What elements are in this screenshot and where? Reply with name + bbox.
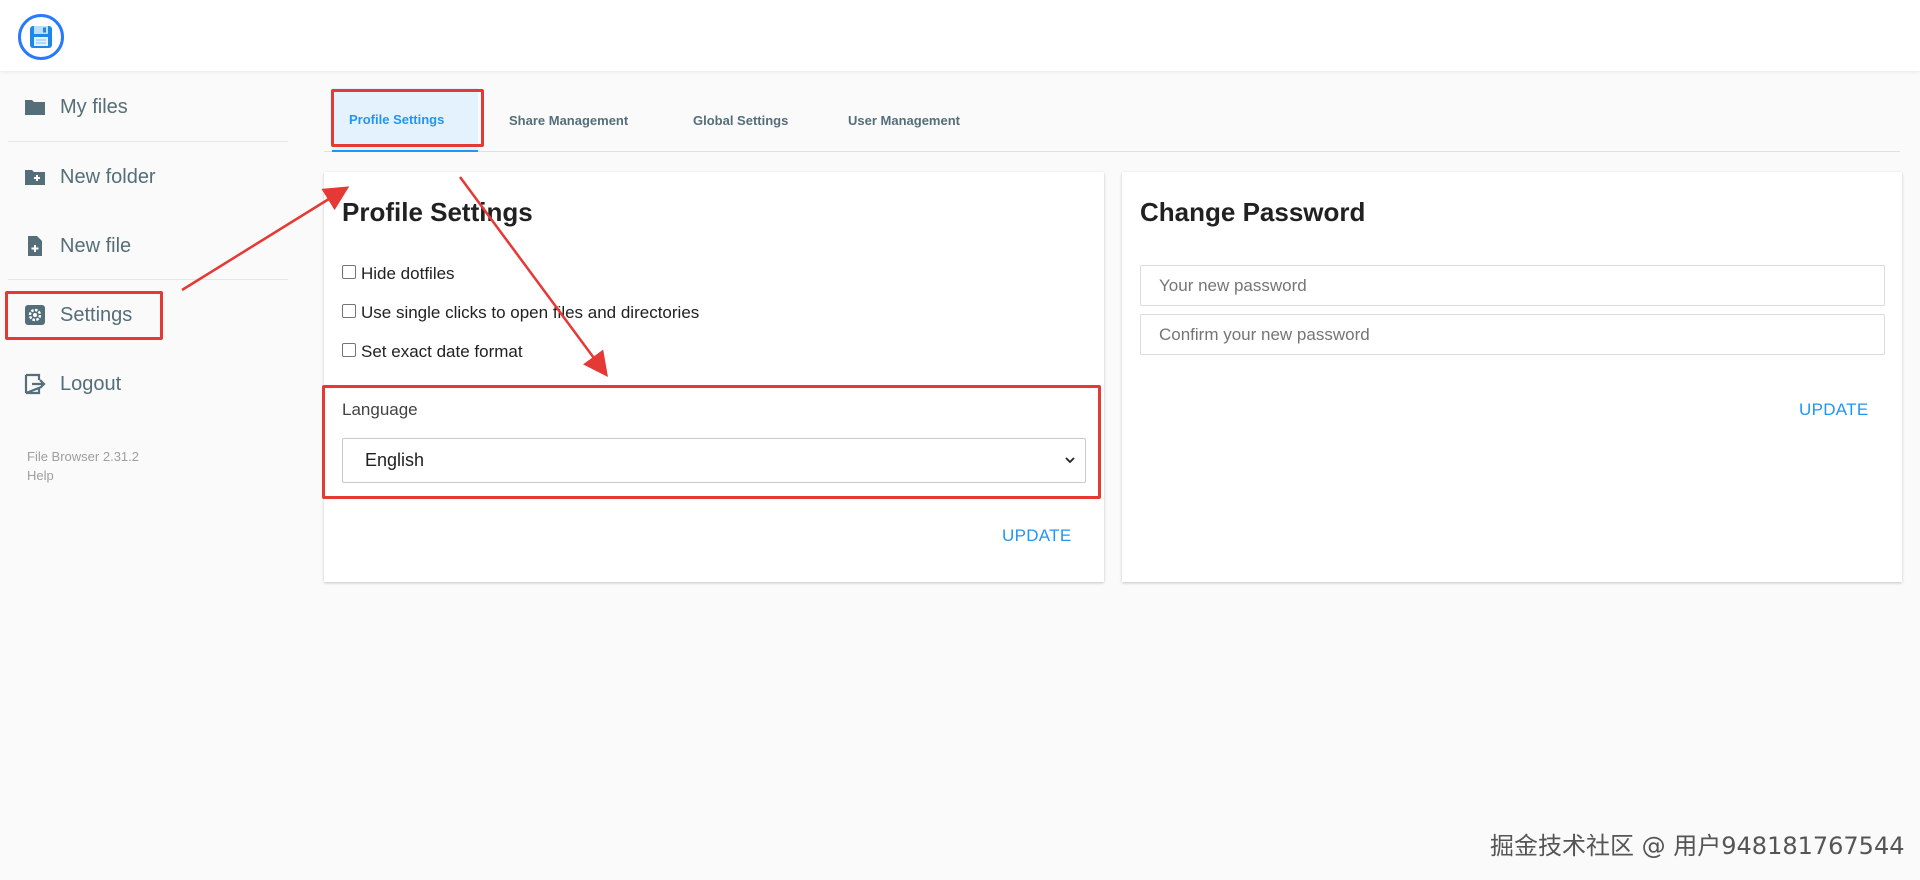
watermark: 掘金技术社区 @ 用户948181767544 xyxy=(1490,832,1905,860)
sidebar-item-new-file[interactable]: New file xyxy=(8,222,288,270)
language-value: English xyxy=(365,450,425,470)
tab-share-management[interactable]: Share Management xyxy=(509,88,628,152)
single-click-checkbox[interactable] xyxy=(342,304,356,318)
sidebar-item-label: Settings xyxy=(60,303,133,326)
sidebar: My files New folder New file Settings Lo… xyxy=(0,71,290,880)
top-bar xyxy=(0,0,1920,71)
gear-icon xyxy=(22,302,48,328)
sidebar-footer: File Browser 2.31.2 Help xyxy=(27,447,139,485)
card-title: Change Password xyxy=(1140,197,1366,227)
exact-date-option[interactable]: Set exact date format xyxy=(342,342,523,362)
app-logo[interactable] xyxy=(18,14,64,60)
folder-icon xyxy=(22,94,48,120)
sidebar-item-logout[interactable]: Logout xyxy=(8,360,288,408)
single-click-option[interactable]: Use single clicks to open files and dire… xyxy=(342,303,699,323)
sidebar-item-settings[interactable]: Settings xyxy=(8,291,288,339)
tab-global-settings[interactable]: Global Settings xyxy=(693,88,788,152)
new-file-icon xyxy=(22,233,48,259)
help-link[interactable]: Help xyxy=(27,466,139,485)
floppy-disk-logo-icon xyxy=(30,26,52,48)
option-label: Set exact date format xyxy=(361,342,523,361)
divider xyxy=(8,141,288,142)
sidebar-item-label: Logout xyxy=(60,372,122,395)
hide-dotfiles-checkbox[interactable] xyxy=(342,265,356,279)
hide-dotfiles-option[interactable]: Hide dotfiles xyxy=(342,264,455,284)
profile-update-button[interactable]: UPDATE xyxy=(1002,526,1072,546)
option-label: Use single clicks to open files and dire… xyxy=(361,303,700,322)
version-text: File Browser 2.31.2 xyxy=(27,449,139,464)
divider xyxy=(8,279,288,280)
card-title: Profile Settings xyxy=(342,197,533,227)
sidebar-item-new-folder[interactable]: New folder xyxy=(8,153,288,201)
change-password-card: Change Password Your new password Confir… xyxy=(1122,172,1902,582)
exact-date-checkbox[interactable] xyxy=(342,343,356,357)
password-update-button[interactable]: UPDATE xyxy=(1799,400,1869,420)
settings-tabs: Profile Settings Share Management Global… xyxy=(324,88,1900,152)
profile-settings-card: Profile Settings Hide dotfiles Use singl… xyxy=(324,172,1104,582)
confirm-password-input[interactable]: Confirm your new password xyxy=(1140,314,1885,355)
logout-icon xyxy=(22,371,48,397)
sidebar-item-label: New file xyxy=(60,234,132,257)
tab-profile-settings[interactable]: Profile Settings xyxy=(332,88,478,152)
language-label: Language xyxy=(342,400,418,419)
sidebar-item-label: New folder xyxy=(60,165,156,188)
tab-user-management[interactable]: User Management xyxy=(848,88,960,152)
option-label: Hide dotfiles xyxy=(361,264,455,283)
language-select[interactable]: English xyxy=(342,438,1086,483)
chevron-down-icon xyxy=(1065,457,1075,464)
sidebar-item-label: My files xyxy=(60,95,128,118)
new-folder-icon xyxy=(22,164,48,190)
new-password-input[interactable]: Your new password xyxy=(1140,265,1885,306)
sidebar-item-my-files[interactable]: My files xyxy=(8,83,288,131)
